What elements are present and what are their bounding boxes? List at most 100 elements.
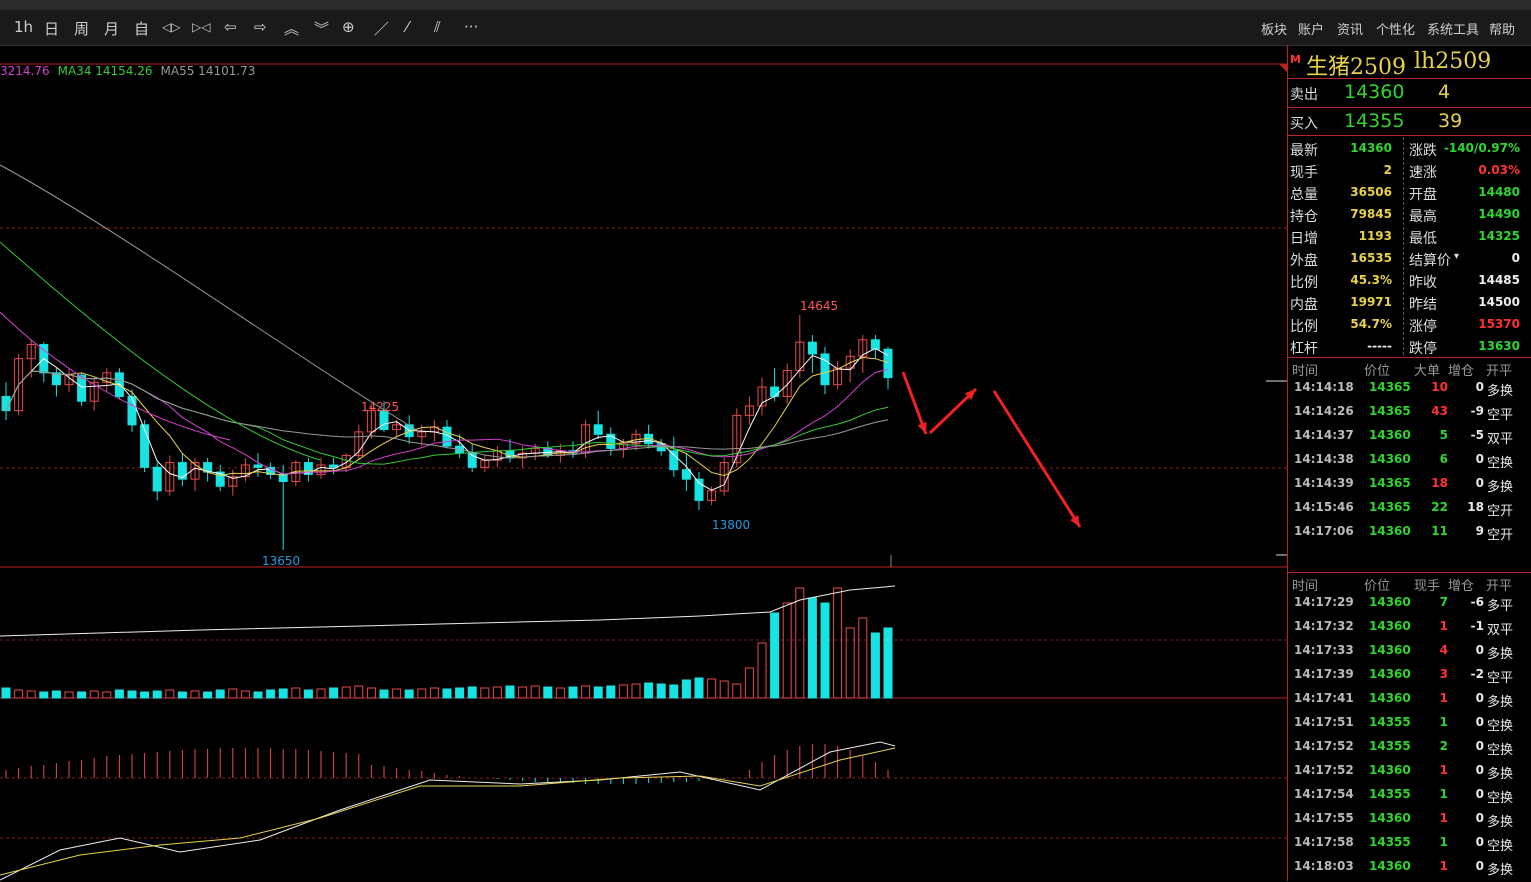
volume-bar — [795, 587, 805, 699]
open-close-cell: 多换 — [1487, 647, 1514, 662]
menu-sector[interactable]: 板块 — [1261, 19, 1287, 38]
table-row: 14:17:29 14360 7 -6 多平 — [1288, 591, 1531, 615]
volume-bar — [820, 602, 830, 699]
volume-bar — [530, 685, 540, 699]
period-1h-button[interactable]: 1h — [14, 18, 33, 36]
mid-low-label: 13800 — [712, 518, 750, 532]
volume-bar — [845, 627, 855, 699]
price-cell: 14365 — [1369, 500, 1411, 514]
channel-tool-icon[interactable]: ⫽ — [434, 18, 441, 36]
volume-bar — [883, 627, 893, 699]
quote-label: 外盘 — [1290, 253, 1318, 269]
quote-label: 总量 — [1290, 187, 1318, 203]
period-week-button[interactable]: 周 — [74, 18, 89, 39]
volume-bar — [429, 687, 439, 699]
volume-bar — [404, 689, 414, 699]
candle-body — [807, 341, 817, 355]
volume-cell: 1 — [1439, 859, 1448, 873]
quote-value: 45.3% — [1350, 273, 1392, 287]
quote-label: 昨收 — [1409, 275, 1437, 291]
quote-label: 最新 — [1290, 143, 1318, 159]
contract-code: lh2509 — [1414, 49, 1492, 74]
table-row: 14:14:18 14365 10 0 多换 — [1288, 376, 1531, 400]
volume-bar — [152, 690, 162, 699]
zoom-out-icon[interactable]: ▷◁ — [192, 20, 210, 34]
price-cell: 14355 — [1369, 715, 1411, 729]
menu-account[interactable]: 账户 — [1298, 19, 1324, 38]
volume-cell: 1 — [1439, 811, 1448, 825]
kline-chart[interactable]: 14645 14225 13650 13800 — [0, 45, 1287, 881]
volume-cell: 6 — [1439, 452, 1448, 466]
arrow-up-icon[interactable]: ︽ — [284, 18, 299, 39]
table-row: 14:17:32 14360 1 -1 双平 — [1288, 615, 1531, 639]
ma5-line — [5, 347, 889, 491]
oi-change-cell: 0 — [1475, 691, 1484, 705]
custom-button[interactable]: 自 — [134, 18, 149, 39]
menu-personalize[interactable]: 个性化 — [1376, 19, 1415, 38]
ma55-tail — [0, 164, 421, 433]
ray-tool-icon[interactable]: ⁄ — [406, 18, 409, 36]
crosshair-icon[interactable]: ⊕ — [342, 18, 355, 36]
open-close-cell: 空平 — [1487, 408, 1514, 423]
bid-row: 买入 14355 39 — [1288, 107, 1531, 136]
time-cell: 14:14:26 — [1294, 404, 1354, 418]
zoom-in-icon[interactable]: ◁▷ — [162, 20, 180, 34]
quote-value: -140/0.97% — [1443, 141, 1520, 155]
volume-cell: 4 — [1439, 643, 1448, 657]
menu-system-tools[interactable]: 系统工具 — [1427, 19, 1479, 38]
price-cell: 14360 — [1369, 619, 1411, 633]
quote-row: 内盘 19971 昨结 14500 — [1288, 292, 1531, 314]
oi-change-cell: -6 — [1470, 595, 1484, 609]
quote-value: 14325 — [1478, 229, 1520, 243]
menu-news[interactable]: 资讯 — [1337, 19, 1363, 38]
period-day-button[interactable]: 日 — [44, 18, 59, 39]
volume-bar — [770, 612, 780, 699]
period-month-button[interactable]: 月 — [104, 18, 119, 39]
open-close-cell: 多换 — [1487, 480, 1514, 495]
quote-row: 最新 14360 涨跌 -140/0.97% — [1288, 138, 1531, 160]
price-cell: 14360 — [1369, 452, 1411, 466]
arrow-down-icon[interactable]: ︾ — [314, 18, 329, 39]
quote-label: 现手 — [1290, 165, 1318, 181]
ask-label: 卖出 — [1290, 87, 1318, 103]
volume-bar — [732, 683, 742, 699]
oi-change-cell: 0 — [1475, 476, 1484, 490]
volume-cell: 43 — [1431, 404, 1448, 418]
quote-row: 外盘 16535 结算价 0 — [1288, 248, 1531, 270]
table-row: 14:17:52 14355 2 0 空换 — [1288, 735, 1531, 759]
open-close-cell: 多换 — [1487, 384, 1514, 399]
quote-label: 最低 — [1409, 231, 1437, 247]
time-cell: 14:17:55 — [1294, 811, 1354, 825]
candle-body — [593, 424, 603, 435]
volume-bar — [467, 686, 477, 699]
volume-bar — [870, 632, 880, 699]
volume-bar — [518, 686, 528, 699]
settlement-dropdown-icon[interactable]: ▾ — [1454, 251, 1459, 262]
volume-bar — [165, 689, 175, 699]
quote-row: 比例 45.3% 昨收 14485 — [1288, 270, 1531, 292]
menu-help[interactable]: 帮助 — [1489, 19, 1515, 38]
price-cell: 14355 — [1369, 787, 1411, 801]
quote-grid: 最新 14360 涨跌 -140/0.97% 现手 2 速涨 0.03% 总量 36506 开盘 14… — [1288, 135, 1531, 357]
volume-bar — [1, 687, 11, 699]
arrow-left-icon[interactable]: ⇦ — [224, 18, 237, 36]
quote-value: 14485 — [1478, 273, 1520, 287]
ask-price: 14360 — [1344, 81, 1405, 103]
contract-title: M 生猪2509 lh2509 — [1288, 47, 1531, 81]
volume-bar — [417, 688, 427, 699]
volume-cell: 1 — [1439, 619, 1448, 633]
volume-bar — [89, 690, 99, 699]
price-cell: 14360 — [1369, 595, 1411, 609]
volume-bar — [669, 684, 679, 699]
open-interest-line — [0, 585, 896, 637]
open-close-cell: 多换 — [1487, 815, 1514, 830]
volume-bar — [354, 685, 364, 699]
line-tool-icon[interactable]: ／ — [374, 18, 389, 39]
volume-bar — [807, 597, 817, 699]
arrow-right-icon[interactable]: ⇨ — [254, 18, 267, 36]
volume-bar — [656, 683, 666, 699]
quote-value: 36506 — [1350, 185, 1392, 199]
price-cell: 14355 — [1369, 739, 1411, 753]
quote-value: 14490 — [1478, 207, 1520, 221]
more-icon[interactable]: ··· — [464, 18, 478, 36]
